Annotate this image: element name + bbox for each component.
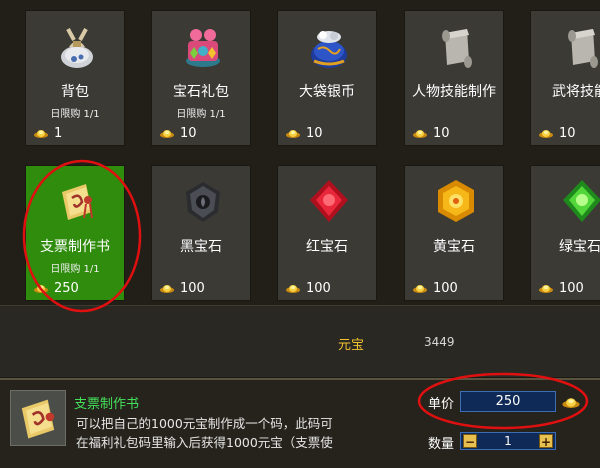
item-name: 人物技能制作 bbox=[412, 84, 496, 100]
shop-grid: 背包 日限购 1/1 1 宝石礼包 日限购 1/1 10 大袋银币 10 人物技… bbox=[0, 0, 600, 305]
item-name: 绿宝石 bbox=[559, 239, 600, 255]
shop-item-general-skill[interactable]: 武将技能 10 bbox=[530, 10, 600, 146]
item-price: 10 bbox=[413, 125, 450, 141]
price-value: 100 bbox=[180, 280, 205, 296]
gold-ingot-icon bbox=[562, 398, 580, 408]
description-line: 可以把自己的1000元宝制作成一个码，此码可 bbox=[76, 416, 333, 431]
item-price: 100 bbox=[160, 280, 205, 296]
selected-item-thumbnail bbox=[10, 390, 66, 446]
item-name: 红宝石 bbox=[306, 239, 348, 255]
item-name: 背包 bbox=[61, 84, 89, 100]
cheque-book-icon bbox=[62, 184, 93, 220]
item-name: 宝石礼包 bbox=[173, 84, 229, 100]
price-value: 100 bbox=[306, 280, 331, 296]
description-line: 在福利礼包码里输入后获得1000元宝（支票使 bbox=[76, 435, 333, 450]
quantity-label: 数量 bbox=[428, 437, 455, 452]
cheque-book-icon bbox=[21, 399, 55, 439]
purchase-limit: 日限购 1/1 bbox=[50, 264, 100, 275]
shop-item-character-skill[interactable]: 人物技能制作 10 bbox=[404, 10, 504, 146]
quantity-increase-button[interactable]: + bbox=[539, 434, 553, 449]
price-value: 10 bbox=[306, 125, 323, 141]
gold-ingot-icon bbox=[539, 284, 553, 293]
purchase-limit: 日限购 1/1 bbox=[176, 109, 226, 120]
shop-item-green-gem[interactable]: 绿宝石 100 bbox=[530, 165, 600, 301]
gold-ingot-icon bbox=[34, 284, 48, 293]
unit-price-label: 单价 bbox=[428, 397, 455, 412]
gold-ingot-icon bbox=[286, 129, 300, 138]
item-price: 250 bbox=[34, 280, 79, 296]
item-price: 1 bbox=[34, 125, 62, 141]
price-value: 10 bbox=[559, 125, 576, 141]
currency-label: 元宝 bbox=[338, 338, 365, 353]
shop-item-yellow-gem[interactable]: 黄宝石 100 bbox=[404, 165, 504, 301]
bag-icon bbox=[61, 28, 93, 68]
shop-item-red-gem[interactable]: 红宝石 100 bbox=[277, 165, 377, 301]
gold-ingot-icon bbox=[539, 129, 553, 138]
scroll-icon bbox=[568, 29, 598, 68]
item-name: 武将技能 bbox=[552, 84, 600, 100]
unit-price-field: 250 bbox=[460, 391, 556, 412]
selected-item-title: 支票制作书 bbox=[74, 397, 140, 412]
item-name: 大袋银币 bbox=[299, 84, 355, 100]
price-value: 10 bbox=[433, 125, 450, 141]
price-value: 100 bbox=[433, 280, 458, 296]
item-price: 100 bbox=[413, 280, 458, 296]
purchase-limit: 日限购 1/1 bbox=[50, 109, 100, 120]
price-value: 10 bbox=[180, 125, 197, 141]
shop-item-gem-giftbox[interactable]: 宝石礼包 日限购 1/1 10 bbox=[151, 10, 251, 146]
black-gem-icon bbox=[186, 182, 220, 222]
gold-ingot-icon bbox=[413, 284, 427, 293]
price-value: 250 bbox=[54, 280, 79, 296]
item-price: 10 bbox=[160, 125, 197, 141]
gold-ingot-icon bbox=[34, 129, 48, 138]
currency-balance: 3449 bbox=[424, 335, 455, 349]
item-price: 10 bbox=[286, 125, 323, 141]
quantity-stepper[interactable]: − 1 + bbox=[460, 432, 556, 450]
item-price: 100 bbox=[286, 280, 331, 296]
item-name: 黄宝石 bbox=[433, 239, 475, 255]
gold-ingot-icon bbox=[160, 284, 174, 293]
gold-ingot-icon bbox=[413, 129, 427, 138]
item-name: 支票制作书 bbox=[40, 239, 110, 255]
shop-item-black-gem[interactable]: 黑宝石 100 bbox=[151, 165, 251, 301]
red-gem-icon bbox=[310, 180, 348, 222]
gem-giftbox-icon bbox=[186, 29, 220, 67]
green-gem-icon bbox=[563, 180, 600, 222]
gold-ingot-icon bbox=[286, 284, 300, 293]
gold-ingot-icon bbox=[160, 129, 174, 138]
shop-item-silver-bag[interactable]: 大袋银币 10 bbox=[277, 10, 377, 146]
yellow-gem-icon bbox=[438, 180, 474, 222]
item-name: 黑宝石 bbox=[180, 239, 222, 255]
selected-item-description: 可以把自己的1000元宝制作成一个码，此码可 在福利礼包码里输入后获得1000元… bbox=[76, 414, 396, 452]
item-price: 100 bbox=[539, 280, 584, 296]
currency-bar bbox=[0, 305, 600, 377]
shop-item-cheque-book[interactable]: 支票制作书 日限购 1/1 250 bbox=[25, 165, 125, 301]
price-value: 1 bbox=[54, 125, 63, 141]
silver-coin-bag-icon bbox=[311, 31, 347, 68]
shop-item-bag[interactable]: 背包 日限购 1/1 1 bbox=[25, 10, 125, 146]
price-value: 100 bbox=[559, 280, 584, 296]
item-price: 10 bbox=[539, 125, 576, 141]
scroll-icon bbox=[442, 29, 472, 68]
